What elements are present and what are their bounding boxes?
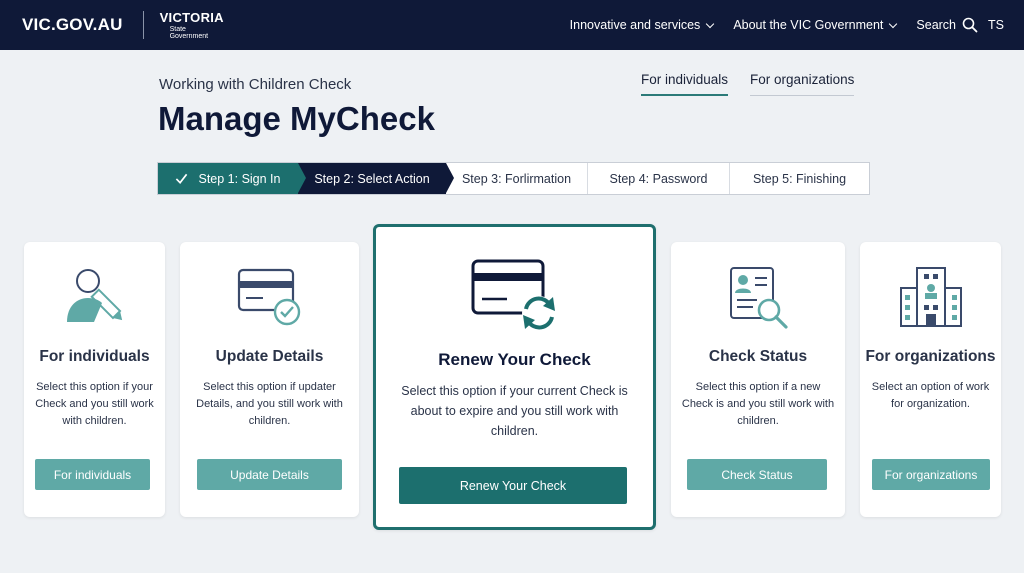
card-update-details[interactable]: Update Details Select this option if upd… [180, 242, 359, 517]
step-select-action[interactable]: Step 2: Select Action [298, 163, 454, 194]
progress-stepper: Step 1: Sign In Step 2: Select Action St… [157, 162, 870, 195]
page-title: Manage MyCheck [158, 100, 435, 137]
tab-for-individuals[interactable]: For individuals [641, 72, 729, 96]
step-confirmation-label: Step 3: Forlirmation [461, 171, 572, 186]
victoria-logo-sub2: Government [169, 32, 209, 40]
card-for-individuals[interactable]: For individuals Select this option if yo… [24, 242, 165, 517]
victoria-logo-title: VICTORIA [159, 9, 224, 25]
step-finishing[interactable]: Step 5: Finishing [730, 163, 869, 194]
victoria-logo-sub1: State [169, 25, 186, 33]
nav-innovative-services-label: Innovative and services [569, 18, 701, 32]
nav-about-government[interactable]: About the VIC Government [733, 18, 898, 32]
for-individuals-button[interactable]: For individuals [35, 459, 150, 490]
search-label: Search [916, 18, 957, 32]
for-organizations-button[interactable]: For organizations [872, 459, 990, 490]
card-description: Select this option if your current Check… [401, 384, 628, 438]
card-check-status[interactable]: Check Status Select this option if a new… [671, 242, 845, 517]
chevron-down-icon [706, 19, 715, 28]
update-details-button[interactable]: Update Details [197, 459, 342, 490]
card-title: For organizations [865, 348, 996, 365]
search-button[interactable]: Search [916, 17, 978, 33]
check-icon [176, 173, 188, 184]
card-title: Renew Your Check [438, 350, 591, 369]
building-icon [899, 267, 962, 327]
step-confirmation[interactable]: Step 3: Forlirmation [446, 163, 588, 194]
card-description: Select this option if your Check and you… [35, 381, 154, 427]
step-finishing-label: Step 5: Finishing [752, 171, 847, 186]
person-pencil-icon [66, 269, 122, 322]
step-password[interactable]: Step 4: Password [588, 163, 730, 194]
logo-divider [142, 11, 144, 39]
nav-innovative-services[interactable]: Innovative and services [569, 18, 715, 32]
main-nav: Innovative and services About the VIC Go… [550, 0, 1004, 50]
step-select-action-label: Step 2: Select Action [314, 171, 430, 186]
step-sign-in-label: Step 1: Sign In [198, 171, 281, 186]
search-icon [962, 17, 978, 33]
user-initials[interactable]: TS [988, 18, 1004, 32]
step-sign-in[interactable]: Step 1: Sign In [158, 163, 306, 194]
victoria-government-logo[interactable]: VICTORIA State Government [160, 11, 224, 40]
step-arrow [298, 163, 306, 193]
tab-for-organizations[interactable]: For organizations [750, 72, 855, 96]
card-for-organizations[interactable]: For organizations Select an option of wo… [860, 242, 1001, 517]
page-eyebrow: Working with Children Check [159, 76, 352, 93]
step-arrow [446, 163, 454, 193]
check-status-button[interactable]: Check Status [687, 459, 827, 490]
card-description: Select an option of work for organizatio… [871, 381, 990, 410]
id-search-icon [730, 267, 788, 329]
card-refresh-icon [471, 259, 556, 330]
card-check-icon [237, 268, 300, 326]
chevron-down-icon [889, 19, 898, 28]
top-navigation-bar: VIC.GOV.AU VICTORIA State Government Inn… [0, 0, 1024, 50]
card-title: Update Details [215, 348, 324, 365]
card-title: Check Status [708, 348, 808, 365]
step-password-label: Step 4: Password [609, 171, 708, 186]
card-renew-your-check[interactable]: Renew Your Check Select this option if y… [373, 224, 656, 530]
renew-your-check-button[interactable]: Renew Your Check [399, 467, 627, 504]
audience-tabs: For individuals For organizations [641, 72, 876, 96]
card-description: Select this option if a new Check is and… [681, 381, 835, 427]
card-title: For individuals [39, 348, 150, 365]
card-description: Select this option if updater Details, a… [196, 381, 343, 427]
site-logo[interactable]: VIC.GOV.AU [22, 15, 123, 35]
nav-about-government-label: About the VIC Government [733, 18, 884, 32]
